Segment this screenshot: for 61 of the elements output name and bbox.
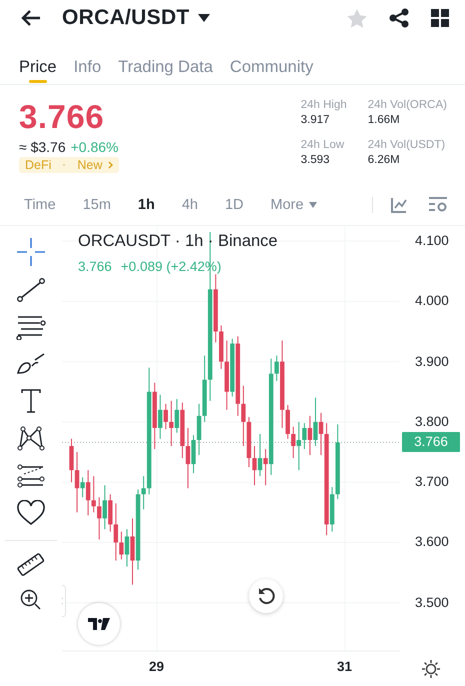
chart-settings-icon[interactable]	[429, 197, 447, 213]
stat-label: 24h Low	[300, 139, 346, 151]
pair-title[interactable]: ORCA/USDT	[62, 6, 190, 30]
interval-tab[interactable]: 1h	[138, 197, 155, 213]
chart-indicator-icon[interactable]	[391, 197, 407, 213]
brush-icon[interactable]	[16, 352, 46, 376]
interval-dropdown[interactable]: More	[270, 197, 317, 213]
tag-chip[interactable]: DeFi New	[19, 157, 120, 173]
crosshair-icon[interactable]	[17, 238, 45, 266]
last-price: 3.766	[19, 97, 106, 137]
tab[interactable]: Trading Data	[118, 50, 213, 84]
stat-value: 3.917	[300, 114, 331, 126]
active-tab-indicator	[28, 80, 47, 83]
reset-button[interactable]	[249, 579, 283, 613]
stat-label: 24h High	[300, 99, 348, 111]
tab[interactable]: Community	[230, 50, 314, 84]
interval-tab[interactable]: 4h	[182, 197, 198, 213]
stat-label: 24h Vol(USDT)	[368, 139, 446, 151]
price-axis-label: 4.000	[415, 293, 449, 310]
pattern-tool-icon[interactable]	[17, 426, 45, 452]
price-axis-label: 3.900	[415, 354, 449, 370]
tab[interactable]: Info	[74, 50, 102, 84]
fiat-price: ≈ $3.76	[19, 139, 66, 155]
star-icon[interactable]	[347, 8, 367, 28]
price-axis-label: 3.800	[415, 414, 449, 430]
share-icon[interactable]	[389, 8, 409, 28]
price-axis-label: 3.700	[415, 474, 449, 490]
stat-value: 1.66M	[368, 114, 401, 126]
parallel-lines-icon[interactable]	[16, 314, 46, 340]
stat-label: 24h Vol(ORCA)	[368, 99, 447, 111]
chart-quote: 3.766	[78, 259, 112, 274]
heart-icon[interactable]	[16, 500, 46, 526]
reset-icon	[257, 587, 275, 605]
chevron-icon	[108, 161, 114, 169]
stat-value: 6.26M	[368, 154, 401, 166]
price-change: +0.86%	[70, 139, 118, 155]
date-axis-label: 29	[149, 659, 164, 674]
back-icon[interactable]	[20, 8, 42, 28]
interval-tab[interactable]: 1D	[224, 197, 244, 213]
price-axis-label: 3.600	[415, 534, 449, 550]
tag-label: DeFi	[25, 158, 52, 172]
zoom-in-icon[interactable]	[20, 589, 42, 611]
caret-icon[interactable]	[198, 14, 210, 22]
ruler-icon[interactable]	[17, 553, 45, 577]
price-axis-label: 4.100	[415, 233, 449, 250]
stat-value: 3.593	[300, 154, 331, 166]
grid-icon[interactable]	[431, 9, 449, 27]
interval-tab[interactable]: Time	[24, 197, 56, 213]
interval-tab[interactable]: 15m	[82, 197, 111, 213]
fib-tool-icon[interactable]	[17, 464, 45, 488]
tradingview-logo[interactable]	[78, 603, 120, 645]
date-axis-label: 31	[337, 659, 352, 674]
tag-label: New	[77, 158, 102, 172]
caret-icon	[308, 202, 317, 208]
text-tool-icon[interactable]	[19, 388, 43, 414]
current-price-label: 3.766	[402, 432, 460, 452]
settings-icon[interactable]	[422, 660, 440, 678]
chart-legend: ORCAUSDT · 1h · Binance	[78, 232, 278, 251]
price-axis-label: 3.500	[415, 594, 449, 611]
tab[interactable]: Price	[19, 50, 57, 84]
trend-line-icon[interactable]	[17, 278, 45, 302]
